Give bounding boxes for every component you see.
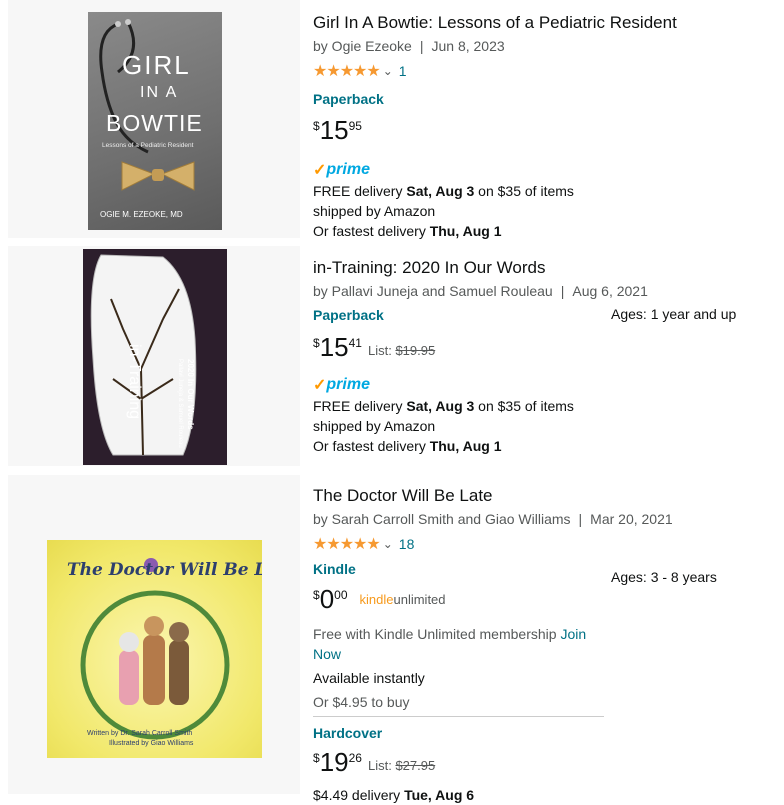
rating-row[interactable]: ★★★★★ ⌄ 18 <box>313 532 784 556</box>
format-divider <box>313 716 604 717</box>
cover-title-line1: GIRL <box>122 50 191 80</box>
prime-check-icon: ✓ <box>313 377 327 394</box>
price-fraction: 26 <box>348 751 362 765</box>
product-image-panel[interactable]: in-Training 2020 In Our Words Pallavi Ju… <box>8 246 300 466</box>
price-whole: 19 <box>319 747 349 777</box>
cover-author: OGIE M. EZEOKE, MD <box>100 210 183 219</box>
availability: Available instantly <box>313 670 425 686</box>
star-rating-icon[interactable]: ★★★★★ <box>313 61 381 81</box>
price-symbol: $ <box>313 588 320 602</box>
rating-row[interactable]: ★★★★★ ⌄ 1 <box>313 59 784 83</box>
product-image-panel[interactable]: GIRL IN A BOWTIE Lessons of a Pediatric … <box>8 0 300 238</box>
cover-subtitle: 2020 In Our Words <box>186 359 195 430</box>
kindle-unlimited-logo: kindleunlimited <box>359 592 446 607</box>
chevron-down-icon[interactable]: ⌄ <box>383 537 393 551</box>
format-link[interactable]: Paperback <box>313 89 784 109</box>
price-fraction: 00 <box>334 588 348 602</box>
rating-count[interactable]: 1 <box>399 63 407 79</box>
cover-title: The Doctor Will Be Late <box>67 560 262 580</box>
fastest-delivery: Or fastest delivery Thu, Aug 1 <box>313 438 502 454</box>
product-title[interactable]: Girl In A Bowtie: Lessons of a Pediatric… <box>313 12 784 34</box>
product-title[interactable]: in-Training: 2020 In Our Words <box>313 257 784 279</box>
product-image-panel[interactable]: The Doctor Will Be Late Written by Dr. S… <box>8 475 300 794</box>
cover-title-line3: BOWTIE <box>106 110 203 136</box>
shipped-by: shipped by Amazon <box>313 418 436 434</box>
product-info: in-Training: 2020 In Our Words by Pallav… <box>313 257 784 456</box>
price[interactable]: $ 0 00 kindleunlimited <box>313 584 784 616</box>
cover-subtitle: Lessons of a Pediatric Resident <box>102 142 194 149</box>
product-info: Girl In A Bowtie: Lessons of a Pediatric… <box>313 12 784 241</box>
age-range: Ages: 3 - 8 years <box>611 569 717 585</box>
byline: by Sarah Carroll Smith and Giao Williams… <box>313 509 784 529</box>
cover-editors: Pallavi Juneja & Samuel Rouleau <box>177 359 183 448</box>
price[interactable]: $ 15 95 <box>313 115 784 147</box>
prime-logo: prime <box>326 376 370 393</box>
product-info: The Doctor Will Be Late by Sarah Carroll… <box>313 485 784 805</box>
rating-count[interactable]: 18 <box>399 536 415 552</box>
cover-title-line2: IN A <box>140 84 179 101</box>
buy-alternative[interactable]: Or $4.95 to buy <box>313 692 784 712</box>
chevron-down-icon[interactable]: ⌄ <box>383 64 393 78</box>
cover-credits-author: Written by Dr. Sarah Carroll Smith <box>87 730 193 737</box>
star-rating-icon[interactable]: ★★★★★ <box>313 534 381 554</box>
list-price: List: $27.95 <box>367 758 436 773</box>
search-result: The Doctor Will Be Late Written by Dr. S… <box>8 475 784 803</box>
product-title[interactable]: The Doctor Will Be Late <box>313 485 784 507</box>
price[interactable]: $ 19 26 List: $27.95 <box>313 747 784 779</box>
price[interactable]: $ 15 41 List: $19.95 <box>313 332 784 364</box>
book-cover-in-training[interactable]: in-Training 2020 In Our Words Pallavi Ju… <box>83 249 227 465</box>
delivery-info: $4.49 delivery Tue, Aug 6 <box>313 787 475 803</box>
price-symbol: $ <box>313 336 320 350</box>
book-cover-the-doctor-will-be-late[interactable]: The Doctor Will Be Late Written by Dr. S… <box>47 540 262 758</box>
shipped-by: shipped by Amazon <box>313 203 436 219</box>
prime-badge: ✓ prime <box>313 159 784 181</box>
cover-title: in-Training <box>126 344 143 419</box>
author: by Ogie Ezeoke <box>313 38 412 54</box>
cover-credits-illustrator: Illustrated by Giao Williams <box>109 740 194 747</box>
bowtie-icon <box>121 161 195 191</box>
book-cover-girl-in-a-bowtie[interactable]: GIRL IN A BOWTIE Lessons of a Pediatric … <box>88 12 222 230</box>
publish-date: Aug 6, 2021 <box>572 283 648 299</box>
author: by Sarah Carroll Smith and Giao Williams <box>313 511 571 527</box>
price-fraction: 41 <box>348 336 362 350</box>
price-symbol: $ <box>313 119 320 133</box>
byline: by Pallavi Juneja and Samuel Rouleau | Aug… <box>313 281 784 301</box>
price-symbol: $ <box>313 751 320 765</box>
prime-check-icon: ✓ <box>313 162 327 179</box>
delivery-info: FREE delivery Sat, Aug 3 on $35 of items <box>313 183 574 199</box>
separator: | <box>560 283 565 299</box>
separator: | <box>578 511 583 527</box>
price-whole: 15 <box>319 115 349 145</box>
price-whole: 0 <box>319 584 335 614</box>
search-result: GIRL IN A BOWTIE Lessons of a Pediatric … <box>8 0 784 241</box>
publish-date: Jun 8, 2023 <box>431 38 505 54</box>
author: by Pallavi Juneja and Samuel Rouleau <box>313 283 553 299</box>
separator: | <box>419 38 424 54</box>
publish-date: Mar 20, 2021 <box>590 511 673 527</box>
lung-tree-illustration-icon <box>90 254 197 456</box>
search-result: in-Training 2020 In Our Words Pallavi Ju… <box>8 246 784 466</box>
prime-badge: ✓ prime <box>313 374 784 396</box>
format-link-hardcover[interactable]: Hardcover <box>313 723 784 743</box>
delivery-info: FREE delivery Sat, Aug 3 on $35 of items <box>313 398 574 414</box>
age-range: Ages: 1 year and up <box>611 306 737 322</box>
price-whole: 15 <box>319 332 349 362</box>
prime-logo: prime <box>326 161 370 178</box>
byline: by Ogie Ezeoke | Jun 8, 2023 <box>313 36 784 56</box>
list-price: List: $19.95 <box>367 343 436 358</box>
kindle-unlimited-offer: Free with Kindle Unlimited membership Jo… <box>313 626 587 662</box>
price-fraction: 95 <box>348 119 362 133</box>
fastest-delivery: Or fastest delivery Thu, Aug 1 <box>313 223 502 239</box>
